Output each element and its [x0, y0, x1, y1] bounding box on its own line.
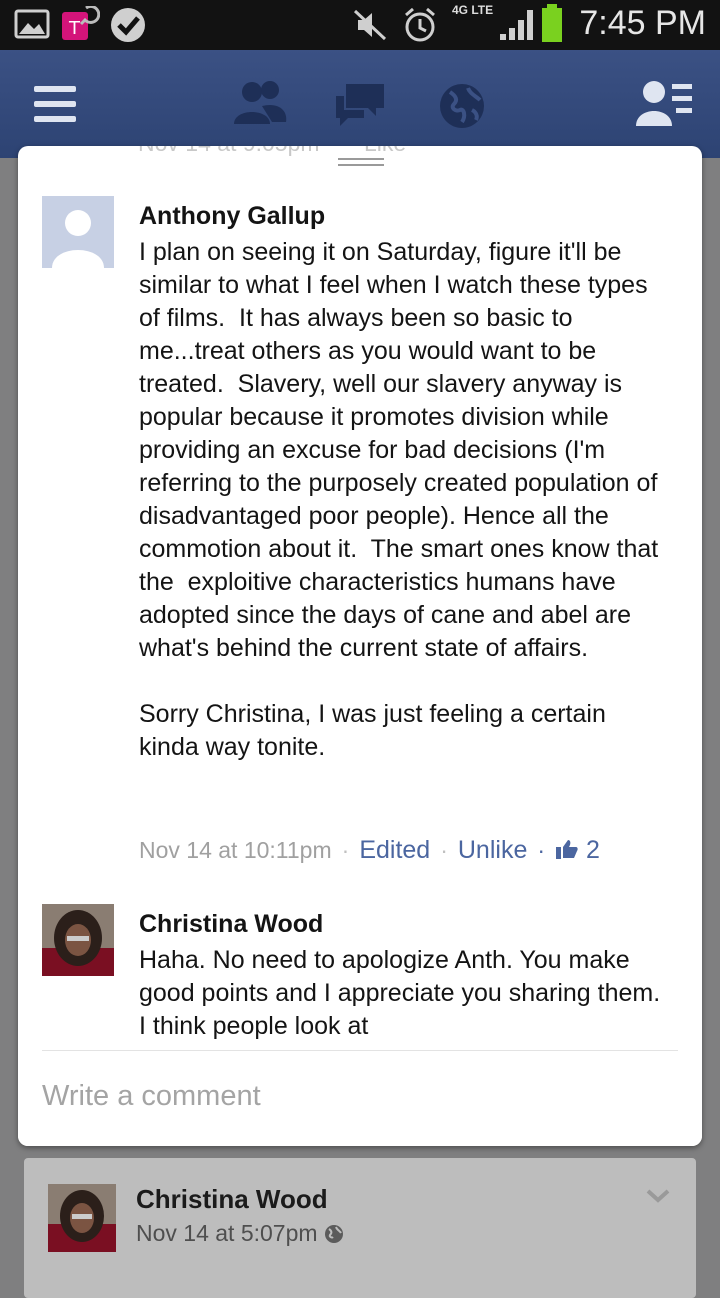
comment-avatar-default[interactable] — [42, 196, 114, 268]
friend-list-icon — [636, 78, 692, 131]
comment-text: Haha. No need to apologize Anth. You mak… — [139, 946, 668, 1040]
top-navbar — [0, 50, 720, 158]
chevron-down-icon[interactable] — [646, 1188, 670, 1209]
comment-author[interactable]: Christina Wood — [139, 910, 323, 939]
alarm-icon — [402, 6, 438, 49]
battery-icon — [540, 4, 564, 49]
comment-item: Christina Wood Haha. No need to apologiz… — [18, 904, 702, 1044]
friend-list-button[interactable] — [620, 50, 710, 158]
mute-icon — [352, 8, 388, 47]
feed-post[interactable]: Christina Wood Nov 14 at 5:07pm — [24, 1158, 696, 1298]
comment-avatar[interactable] — [42, 904, 114, 976]
feed-post-avatar[interactable] — [48, 1184, 116, 1252]
peek-timestamp: Nov 14 at 9:05pm — [138, 146, 320, 157]
feed-post-author[interactable]: Christina Wood — [136, 1184, 328, 1215]
thumbs-up-icon — [555, 836, 579, 864]
svg-text:T: T — [68, 18, 81, 39]
comment-meta: Nov 14 at 10:11pm · Edited · Unlike · 2 — [139, 836, 600, 864]
notifications-globe-icon — [438, 82, 486, 135]
menu-icon — [32, 84, 78, 129]
image-notification-icon — [14, 8, 50, 45]
clock: 7:45 PM — [579, 4, 706, 42]
check-icon — [108, 5, 148, 50]
like-count[interactable]: 2 — [555, 836, 600, 864]
comment-timestamp: Nov 14 at 10:11pm — [139, 837, 332, 863]
menu-button[interactable] — [10, 50, 100, 158]
feed-post-timestamp: Nov 14 at 5:07pm — [136, 1220, 344, 1247]
tmobile-icon: T — [60, 4, 101, 47]
signal-icon — [496, 6, 536, 47]
unlike-link[interactable]: Unlike — [458, 836, 527, 864]
comment-input[interactable] — [40, 1073, 664, 1119]
comments-overlay: Nov 14 at 9:05pm Like Anthony Gallup I p… — [18, 146, 702, 1146]
notifications-button[interactable] — [418, 50, 508, 158]
edited-link[interactable]: Edited — [359, 836, 430, 864]
peek-like-link[interactable]: Like — [364, 146, 406, 157]
like-count-value: 2 — [585, 836, 600, 864]
status-bar: T 4G LTE 7:45 PM — [0, 0, 720, 50]
feed-post-time: Nov 14 at 5:07pm — [136, 1220, 318, 1246]
comment-author[interactable]: Anthony Gallup — [139, 202, 325, 231]
network-type-label: 4G LTE — [452, 3, 494, 17]
public-globe-icon — [324, 1220, 344, 1246]
drag-handle[interactable] — [338, 158, 384, 168]
messages-icon — [334, 82, 386, 133]
comment-composer — [18, 1051, 702, 1146]
friends-icon — [232, 78, 288, 131]
comment-text: I plan on seeing it on Saturday, figure … — [139, 238, 659, 761]
friend-requests-button[interactable] — [214, 50, 304, 158]
messages-button[interactable] — [314, 50, 404, 158]
